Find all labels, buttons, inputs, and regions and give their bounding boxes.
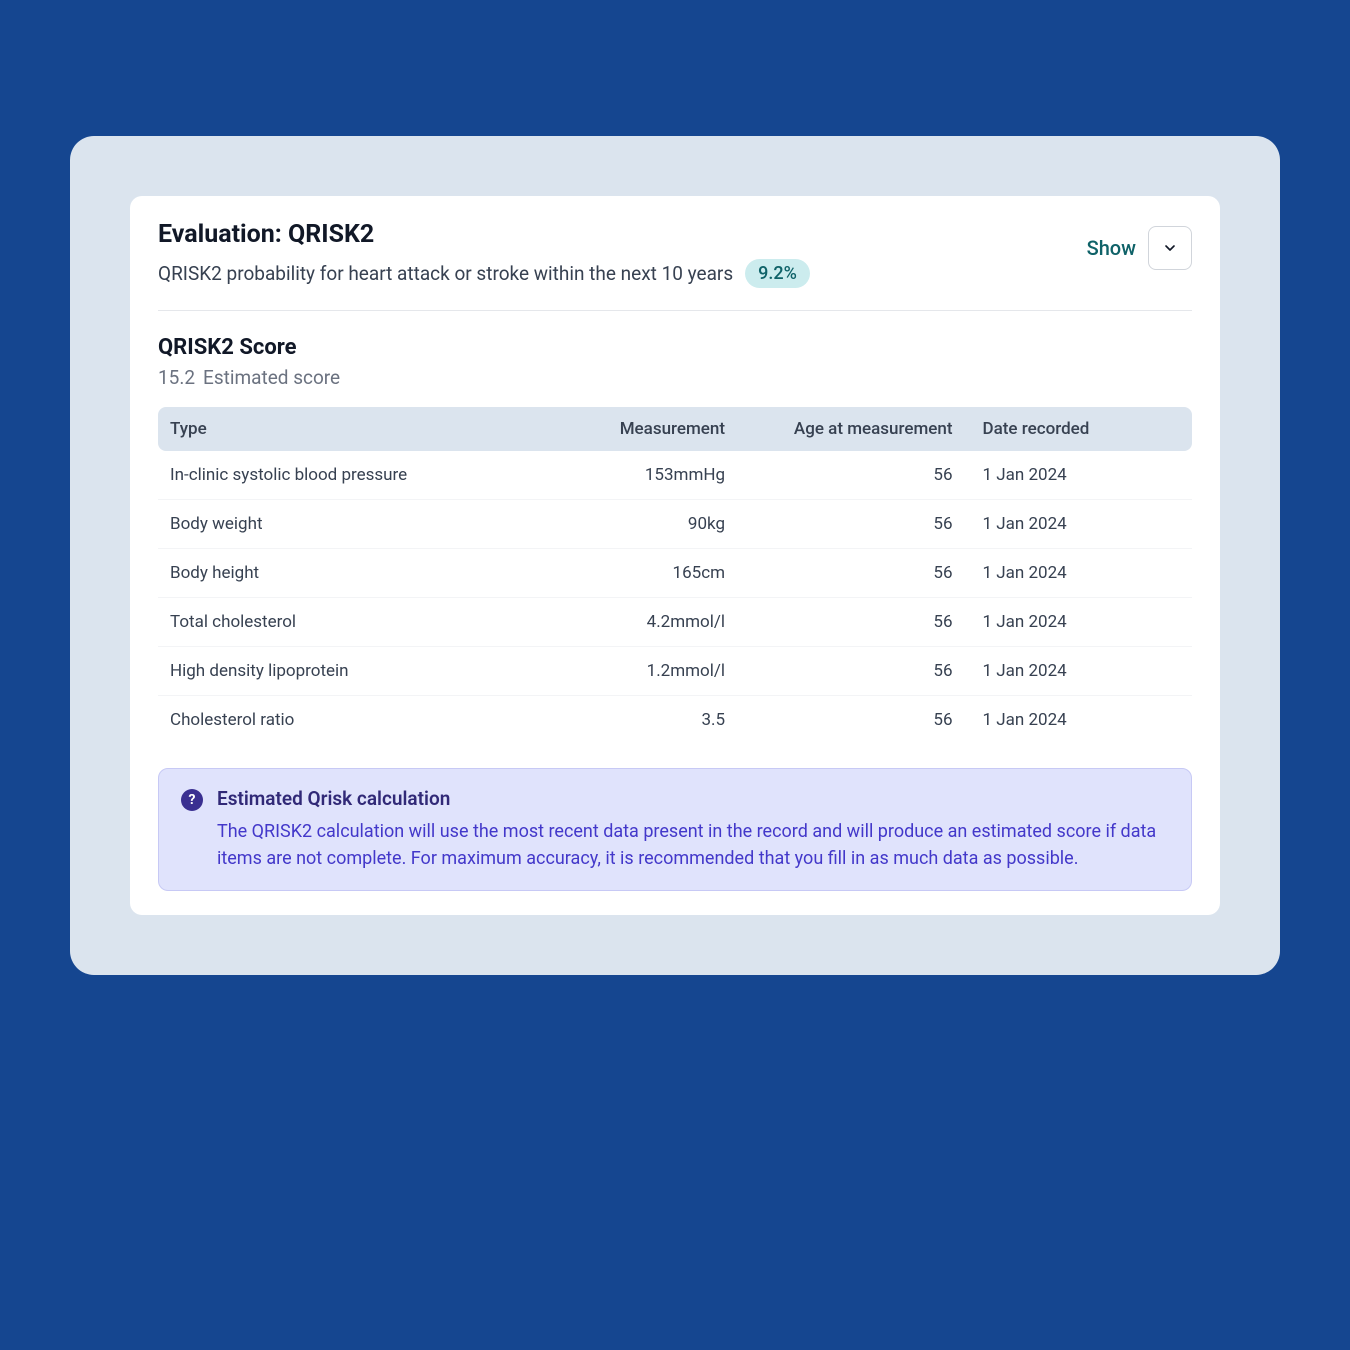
header-measurement: Measurement xyxy=(551,407,737,451)
table-row: Total cholesterol 4.2mmol/l 56 1 Jan 202… xyxy=(158,597,1192,646)
card-subtitle-row: QRISK2 probability for heart attack or s… xyxy=(158,259,1087,288)
table-row: In-clinic systolic blood pressure 153mmH… xyxy=(158,451,1192,500)
chevron-down-icon xyxy=(1162,240,1178,256)
card-subtitle: QRISK2 probability for heart attack or s… xyxy=(158,262,733,285)
info-title: Estimated Qrisk calculation xyxy=(217,787,1169,810)
table-row: High density lipoprotein 1.2mmol/l 56 1 … xyxy=(158,646,1192,695)
info-content: Estimated Qrisk calculation The QRISK2 c… xyxy=(217,787,1169,872)
cell-age: 56 xyxy=(737,451,964,500)
cell-age: 56 xyxy=(737,548,964,597)
cell-type: Total cholesterol xyxy=(158,597,551,646)
info-box: ? Estimated Qrisk calculation The QRISK2… xyxy=(158,768,1192,891)
cell-date: 1 Jan 2024 xyxy=(965,597,1193,646)
cell-date: 1 Jan 2024 xyxy=(965,451,1193,500)
score-subtitle-row: 15.2 Estimated score xyxy=(158,366,1192,389)
table-row: Body weight 90kg 56 1 Jan 2024 xyxy=(158,499,1192,548)
table-body: In-clinic systolic blood pressure 153mmH… xyxy=(158,451,1192,744)
cell-age: 56 xyxy=(737,646,964,695)
cell-type: In-clinic systolic blood pressure xyxy=(158,451,551,500)
cell-date: 1 Jan 2024 xyxy=(965,548,1193,597)
cell-age: 56 xyxy=(737,695,964,744)
score-title: QRISK2 Score xyxy=(158,335,1192,360)
score-label: Estimated score xyxy=(203,366,340,389)
card-header-right: Show xyxy=(1087,220,1192,270)
header-age: Age at measurement xyxy=(737,407,964,451)
measurements-table: Type Measurement Age at measurement Date… xyxy=(158,407,1192,744)
table-header-row: Type Measurement Age at measurement Date… xyxy=(158,407,1192,451)
cell-type: Cholesterol ratio xyxy=(158,695,551,744)
probability-badge: 9.2% xyxy=(745,259,810,288)
card-header: Evaluation: QRISK2 QRISK2 probability fo… xyxy=(158,220,1192,311)
header-type: Type xyxy=(158,407,551,451)
cell-date: 1 Jan 2024 xyxy=(965,499,1193,548)
cell-measurement: 4.2mmol/l xyxy=(551,597,737,646)
cell-type: Body height xyxy=(158,548,551,597)
score-section: QRISK2 Score 15.2 Estimated score Type M… xyxy=(158,311,1192,891)
cell-measurement: 165cm xyxy=(551,548,737,597)
cell-measurement: 90kg xyxy=(551,499,737,548)
card-title: Evaluation: QRISK2 xyxy=(158,220,1087,249)
panel-container: Evaluation: QRISK2 QRISK2 probability fo… xyxy=(70,136,1280,975)
show-link[interactable]: Show xyxy=(1087,236,1136,260)
table-row: Cholesterol ratio 3.5 56 1 Jan 2024 xyxy=(158,695,1192,744)
cell-measurement: 1.2mmol/l xyxy=(551,646,737,695)
cell-age: 56 xyxy=(737,597,964,646)
cell-type: High density lipoprotein xyxy=(158,646,551,695)
score-value: 15.2 xyxy=(158,366,195,389)
info-text: The QRISK2 calculation will use the most… xyxy=(217,818,1169,872)
cell-measurement: 153mmHg xyxy=(551,451,737,500)
cell-date: 1 Jan 2024 xyxy=(965,695,1193,744)
cell-age: 56 xyxy=(737,499,964,548)
cell-type: Body weight xyxy=(158,499,551,548)
table-row: Body height 165cm 56 1 Jan 2024 xyxy=(158,548,1192,597)
evaluation-card: Evaluation: QRISK2 QRISK2 probability fo… xyxy=(130,196,1220,915)
question-icon: ? xyxy=(181,789,203,811)
cell-measurement: 3.5 xyxy=(551,695,737,744)
dropdown-button[interactable] xyxy=(1148,226,1192,270)
card-header-left: Evaluation: QRISK2 QRISK2 probability fo… xyxy=(158,220,1087,288)
cell-date: 1 Jan 2024 xyxy=(965,646,1193,695)
header-date: Date recorded xyxy=(965,407,1193,451)
